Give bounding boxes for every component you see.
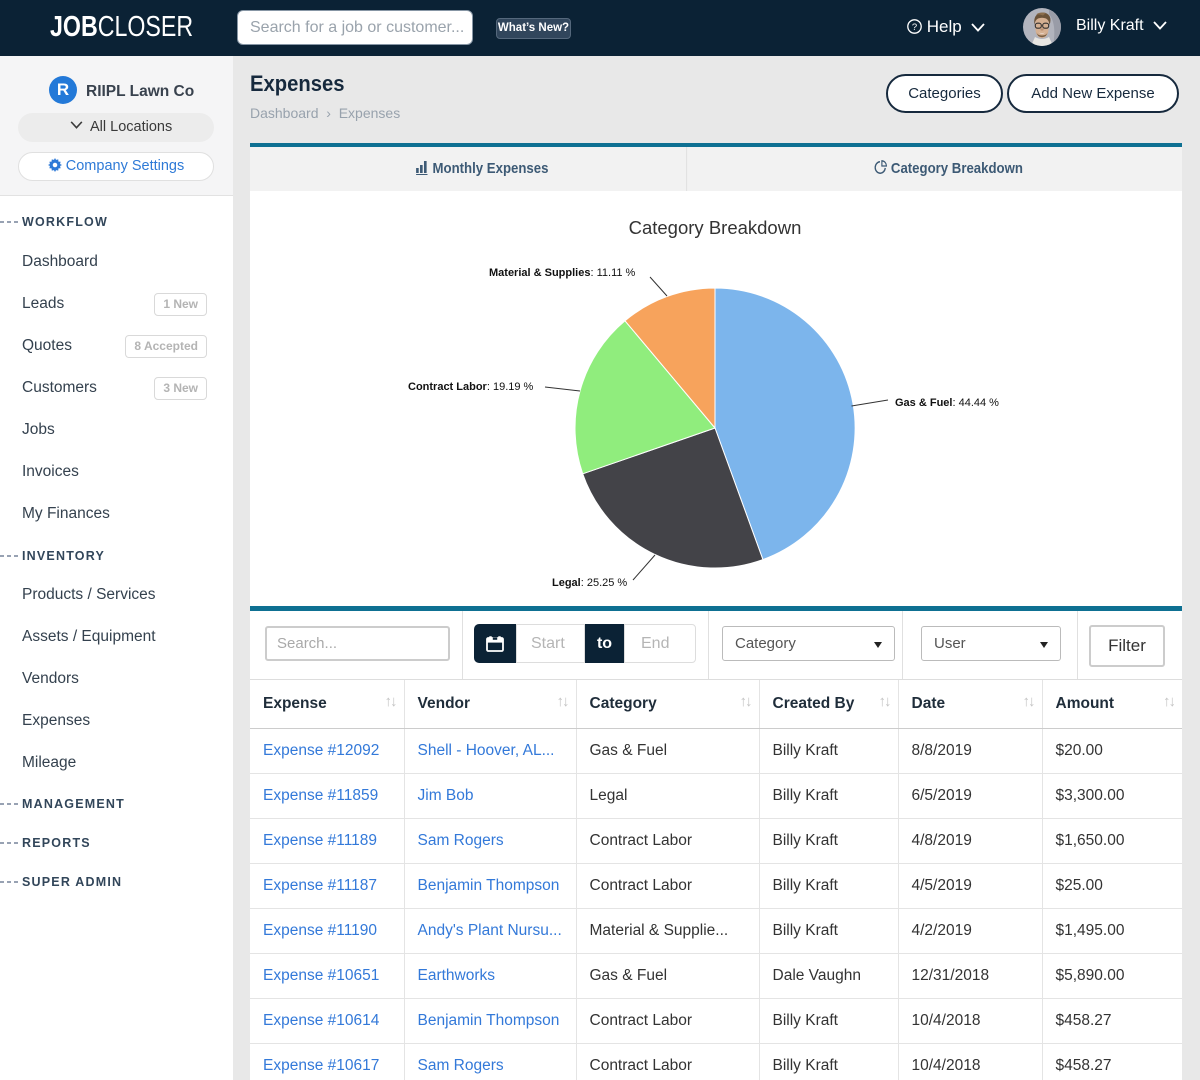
svg-text:Legal: 25.25 %: Legal: 25.25 %	[552, 577, 627, 589]
svg-text:Gas & Fuel: 44.44 %: Gas & Fuel: 44.44 %	[895, 397, 999, 409]
svg-text:Contract Labor: 19.19 %: Contract Labor: 19.19 %	[408, 381, 534, 393]
svg-text:Material & Supplies: 11.11 %: Material & Supplies: 11.11 %	[489, 267, 636, 279]
svg-text:?: ?	[912, 22, 917, 33]
svg-text:Category Breakdown: Category Breakdown	[629, 217, 802, 238]
